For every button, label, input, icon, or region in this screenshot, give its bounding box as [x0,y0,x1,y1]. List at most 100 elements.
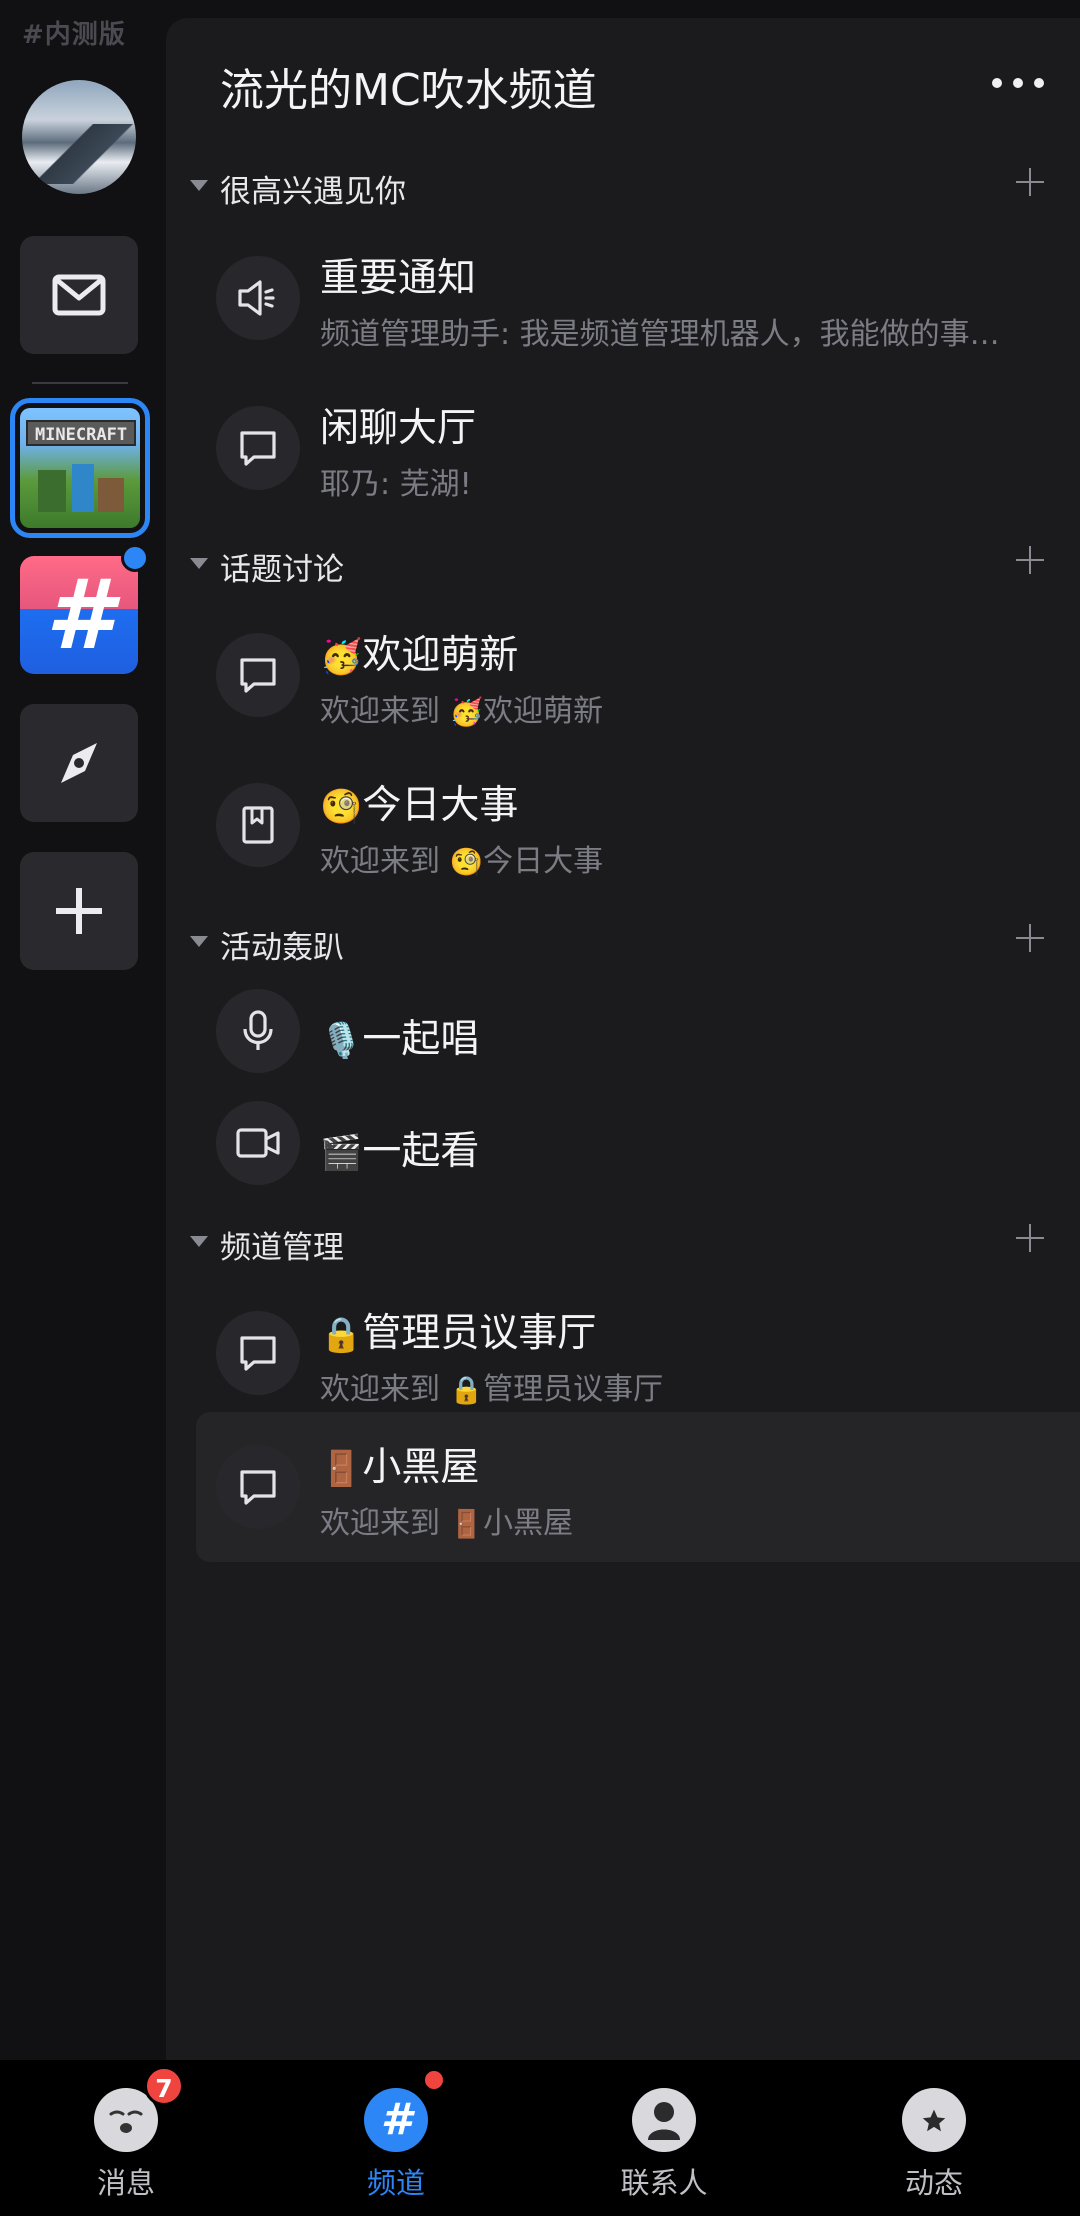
video-camera-icon [216,1101,300,1185]
category-name: 话题讨论 [220,552,344,588]
studio-mic-emoji-icon: 🎙️ [320,1021,363,1061]
channel-last-message: 欢迎来到 🧐今日大事 [320,836,603,880]
category-header[interactable]: 活动轰趴 [166,912,1080,972]
door-emoji-icon: 🚪 [449,1509,484,1540]
channel-name-text: 小黑屋 [362,1445,480,1490]
sub-prefix: 欢迎来到 [320,844,450,879]
speaker-icon [216,256,300,340]
channel-name: 重要通知 [320,256,477,301]
party-emoji-icon: 🥳 [320,637,363,677]
door-emoji-icon: 🚪 [320,1449,363,1489]
collapse-arrow-icon [190,558,208,569]
channel-name: 🧐今日大事 [320,774,518,830]
sub-tail: 小黑屋 [483,1506,574,1541]
category-header[interactable]: 很高兴遇见你 [166,156,1080,216]
app-root: #内测版 MINECRAFT # 流光的MC吹水频道 很高兴遇见你 重要通知 频… [0,0,1080,2216]
channel-item-selected[interactable]: 🚪小黑屋 欢迎来到 🚪小黑屋 [196,1412,1080,1562]
planet-star-icon [902,2088,966,2152]
compass-icon [61,743,97,783]
sub-prefix: 欢迎来到 [320,1506,450,1541]
hash-icon: # [45,559,113,671]
add-guild-button[interactable] [20,852,138,970]
chat-bubble-icon [216,1445,300,1529]
add-channel-plus-icon[interactable] [1010,918,1050,958]
bottom-tab-bar: 7 消息 # 频道 联系人 动态 [0,2060,1080,2216]
category-name: 活动轰趴 [220,930,344,966]
add-channel-plus-icon[interactable] [1010,540,1050,580]
collapse-arrow-icon [190,936,208,947]
rail-divider [32,382,128,384]
tab-channels[interactable]: # 频道 [296,2060,496,2216]
add-channel-plus-icon[interactable] [1010,1218,1050,1258]
sub-tail: 管理员议事厅 [483,1372,664,1407]
channel-last-message: 欢迎来到 🔒管理员议事厅 [320,1364,663,1408]
contacts-person-icon [632,2088,696,2152]
mail-icon [52,274,106,316]
tab-label: 频道 [366,2166,425,2200]
channel-name: 🔒管理员议事厅 [320,1302,596,1358]
minecraft-guild-icon: MINECRAFT [20,408,140,528]
channel-name: 🥳欢迎萌新 [320,624,518,680]
minecraft-logo-text: MINECRAFT [26,420,136,446]
channel-item[interactable]: 重要通知 频道管理助手: 我是频道管理机器人，我能做的事… [196,223,1080,373]
clapper-emoji-icon: 🎬 [320,1133,363,1173]
sub-tail: 欢迎萌新 [483,694,604,729]
sub-prefix: 欢迎来到 [320,1372,450,1407]
category-header[interactable]: 话题讨论 [166,534,1080,594]
channel-name-text: 欢迎萌新 [362,633,519,678]
channel-item[interactable]: 🔒管理员议事厅 欢迎来到 🔒管理员议事厅 [196,1278,1080,1428]
category-name: 很高兴遇见你 [220,174,406,210]
channel-item[interactable]: 🥳欢迎萌新 欢迎来到 🥳欢迎萌新 [196,600,1080,750]
plus-icon [56,888,102,934]
channel-name: 🎙️一起唱 [320,1008,479,1064]
lock-emoji-icon: 🔒 [320,1315,363,1355]
tab-label: 消息 [96,2166,155,2200]
beta-label: #内测版 [22,20,126,50]
party-emoji-icon: 🥳 [449,697,484,728]
lock-emoji-icon: 🔒 [449,1375,484,1406]
channel-name-text: 今日大事 [362,783,519,828]
channel-item[interactable]: 🎙️一起唱 [196,976,1080,1086]
channel-last-message: 频道管理助手: 我是频道管理机器人，我能做的事… [320,317,1000,352]
unread-dot [121,544,149,572]
channel-name-text: 管理员议事厅 [362,1311,597,1356]
tab-feed[interactable]: 动态 [834,2060,1034,2216]
mc-art-block [72,464,94,512]
channel-item[interactable]: 🧐今日大事 欢迎来到 🧐今日大事 [196,750,1080,900]
chat-bubble-icon [216,633,300,717]
sub-tail: 今日大事 [483,844,604,879]
tab-label: 联系人 [620,2166,708,2200]
channel-last-message: 耶乃: 芜湖! [320,467,472,502]
tab-messages[interactable]: 7 消息 [26,2060,226,2216]
category-header[interactable]: 频道管理 [166,1212,1080,1272]
add-channel-plus-icon[interactable] [1010,162,1050,202]
guild-minecraft[interactable]: MINECRAFT [10,398,150,538]
category-name: 频道管理 [220,1230,344,1266]
tab-contacts[interactable]: 联系人 [564,2060,764,2216]
guild-rail: #内测版 MINECRAFT # [0,0,166,2060]
channel-item[interactable]: 🎬一起看 [196,1088,1080,1198]
monocle-emoji-icon: 🧐 [449,847,484,878]
channel-name: 闲聊大厅 [320,406,477,451]
more-dots-icon[interactable] [992,68,1044,98]
channel-hash-icon: # [364,2088,428,2152]
guild-hash[interactable]: # [20,556,138,674]
sub-prefix: 欢迎来到 [320,694,450,729]
mail-button[interactable] [20,236,138,354]
channel-name: 🚪小黑屋 [320,1436,479,1492]
mc-art-block [98,478,124,512]
mc-art-block [38,470,66,512]
my-avatar[interactable] [22,80,136,194]
bookmark-icon [216,783,300,867]
channel-panel: 流光的MC吹水频道 很高兴遇见你 重要通知 频道管理助手: 我是频道管理机器人，… [166,18,1080,2060]
channel-last-message: 欢迎来到 🚪小黑屋 [320,1498,573,1542]
chat-bubble-icon [216,1311,300,1395]
channel-item[interactable]: 闲聊大厅 耶乃: 芜湖! [196,373,1080,523]
collapse-arrow-icon [190,180,208,191]
discover-button[interactable] [20,704,138,822]
notification-dot [422,2068,446,2092]
tab-label: 动态 [904,2166,963,2200]
chat-bubble-icon [216,406,300,490]
microphone-icon [216,989,300,1073]
channel-last-message: 欢迎来到 🥳欢迎萌新 [320,686,603,730]
